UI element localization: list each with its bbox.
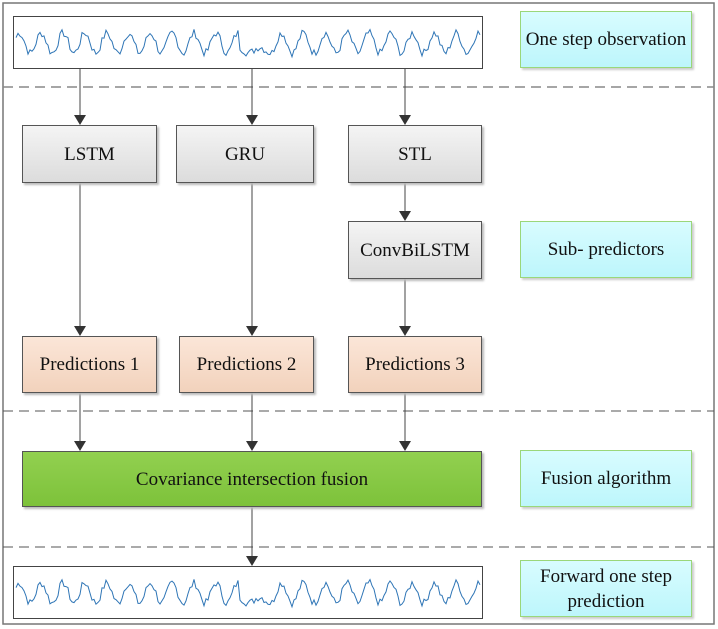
predictions-1-box: Predictions 1 xyxy=(22,336,157,393)
diagram: One step observation LSTM GRU STL ConvBi… xyxy=(0,0,718,629)
series-line xyxy=(15,28,481,59)
stage-label-fusion: Fusion algorithm xyxy=(520,450,692,507)
predictions-3-box: Predictions 3 xyxy=(348,336,482,393)
fusion-box: Covariance intersection fusion xyxy=(22,451,482,507)
series-line xyxy=(15,578,481,609)
stage-label-subpredictors: Sub- predictors xyxy=(520,221,692,278)
gru-box: GRU xyxy=(176,125,314,183)
connectors xyxy=(2,2,715,625)
outer-frame xyxy=(2,2,715,625)
prediction-series-plot xyxy=(13,566,483,619)
stage-label-observation: One step observation xyxy=(520,11,692,68)
convbilstm-box: ConvBiLSTM xyxy=(348,221,482,279)
stl-box: STL xyxy=(348,125,482,183)
predictions-2-box: Predictions 2 xyxy=(179,336,314,393)
lstm-box: LSTM xyxy=(22,125,157,183)
stage-label-prediction: Forward one step prediction xyxy=(520,560,692,617)
observation-series-plot xyxy=(13,16,483,69)
